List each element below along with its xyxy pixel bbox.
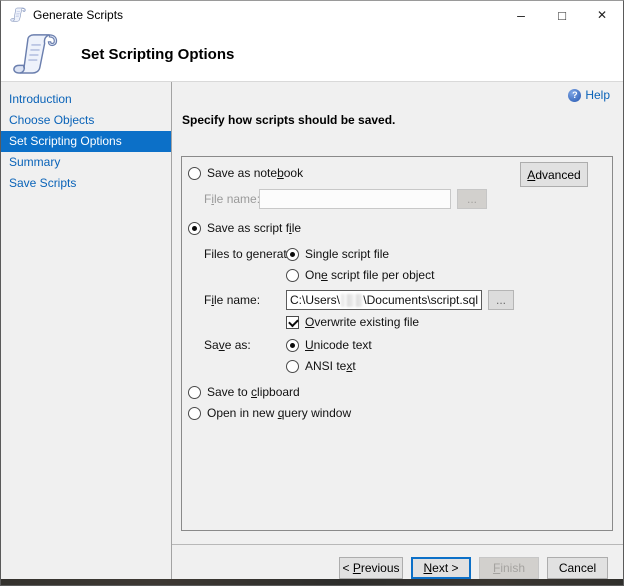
one-file-per-object-radio[interactable] [286,269,299,282]
file-name-row: File name: C:\Users\ \Documents\script.sq… [204,291,514,309]
ansi-text-radio[interactable] [286,360,299,373]
save-as-label: Save as: [204,338,280,352]
window-title: Generate Scripts [33,8,123,22]
open-new-query-label[interactable]: Open in new query window [207,406,351,420]
file-name-label: File name: [204,293,280,307]
overwrite-checkbox[interactable] [286,316,299,329]
sidebar-item-choose-objects[interactable]: Choose Objects [1,110,171,131]
ansi-text-option: ANSI text [286,357,356,375]
maximize-icon: □ [558,8,566,23]
advanced-button-label: Advanced [527,168,580,182]
minimize-icon: – [517,7,525,23]
notebook-file-name-label: File name: [204,192,253,206]
save-as-notebook-option: Save as notebook [188,164,303,182]
previous-button[interactable]: < Previous [339,557,403,579]
ansi-text-label[interactable]: ANSI text [305,359,356,373]
save-as-notebook-radio[interactable] [188,167,201,180]
close-icon: ✕ [597,8,607,22]
redacted-username [341,294,362,307]
finish-button-label: Finish [493,561,525,575]
files-to-generate-row: Files to generate: Single script file [204,245,389,263]
single-script-file-radio[interactable] [286,248,299,261]
wizard-header: Set Scripting Options [1,29,623,82]
sidebar-divider [171,82,172,581]
help-label: Help [585,88,610,102]
notebook-browse-button: ... [457,189,487,209]
file-browse-button[interactable]: ... [488,290,514,310]
save-as-row: Save as: Unicode text [204,336,372,354]
save-to-clipboard-label[interactable]: Save to clipboard [207,385,300,399]
help-icon: ? [568,89,581,102]
open-new-query-option: Open in new query window [188,404,351,422]
one-file-per-object-label[interactable]: One script file per object [305,268,434,282]
finish-button: Finish [479,557,539,579]
overwrite-label[interactable]: Overwrite existing file [305,315,419,329]
generate-scripts-dialog: Generate Scripts – □ ✕ Set Scripting Opt… [0,0,624,586]
scroll-icon-large [12,32,58,78]
notebook-file-name-row: File name: ... [204,190,487,208]
save-as-script-file-label[interactable]: Save as script file [207,221,301,235]
scripting-options-groupbox: Save as notebook Advanced File name: ...… [181,156,613,531]
help-link[interactable]: ? Help [568,88,610,102]
previous-button-label: < Previous [342,561,399,575]
wizard-steps-nav: Introduction Choose Objects Set Scriptin… [1,89,171,194]
sidebar-item-summary[interactable]: Summary [1,152,171,173]
files-to-generate-label: Files to generate: [204,247,280,261]
next-button-label: Next > [423,561,458,575]
single-script-file-label[interactable]: Single script file [305,247,389,261]
save-to-clipboard-radio[interactable] [188,386,201,399]
overwrite-option: Overwrite existing file [286,313,419,331]
file-name-input[interactable]: C:\Users\ \Documents\script.sql [286,290,482,310]
sidebar-item-introduction[interactable]: Introduction [1,89,171,110]
next-button[interactable]: Next > [411,557,471,579]
one-file-per-object-option: One script file per object [286,266,434,284]
title-bar: Generate Scripts – □ ✕ [1,1,623,29]
save-as-notebook-label[interactable]: Save as notebook [207,166,303,180]
unicode-text-radio[interactable] [286,339,299,352]
sidebar-item-set-scripting-options[interactable]: Set Scripting Options [1,131,171,152]
save-as-script-file-radio[interactable] [188,222,201,235]
save-as-script-file-option: Save as script file [188,219,301,237]
desktop-edge [1,579,623,585]
cancel-button[interactable]: Cancel [547,557,608,579]
unicode-text-label[interactable]: Unicode text [305,338,372,352]
page-title: Set Scripting Options [81,46,234,63]
advanced-button[interactable]: Advanced [520,162,588,187]
notebook-file-name-input [259,189,451,209]
file-path-suffix: \Documents\script.sql [363,293,478,307]
instruction-text: Specify how scripts should be saved. [182,113,395,127]
sidebar-item-save-scripts[interactable]: Save Scripts [1,173,171,194]
file-path-prefix: C:\Users\ [290,293,340,307]
save-to-clipboard-option: Save to clipboard [188,383,300,401]
cancel-button-label: Cancel [559,561,596,575]
close-button[interactable]: ✕ [582,1,622,29]
maximize-button[interactable]: □ [542,1,582,29]
footer-divider [172,544,624,545]
minimize-button[interactable]: – [501,1,541,29]
open-new-query-radio[interactable] [188,407,201,420]
scroll-icon [10,7,26,23]
